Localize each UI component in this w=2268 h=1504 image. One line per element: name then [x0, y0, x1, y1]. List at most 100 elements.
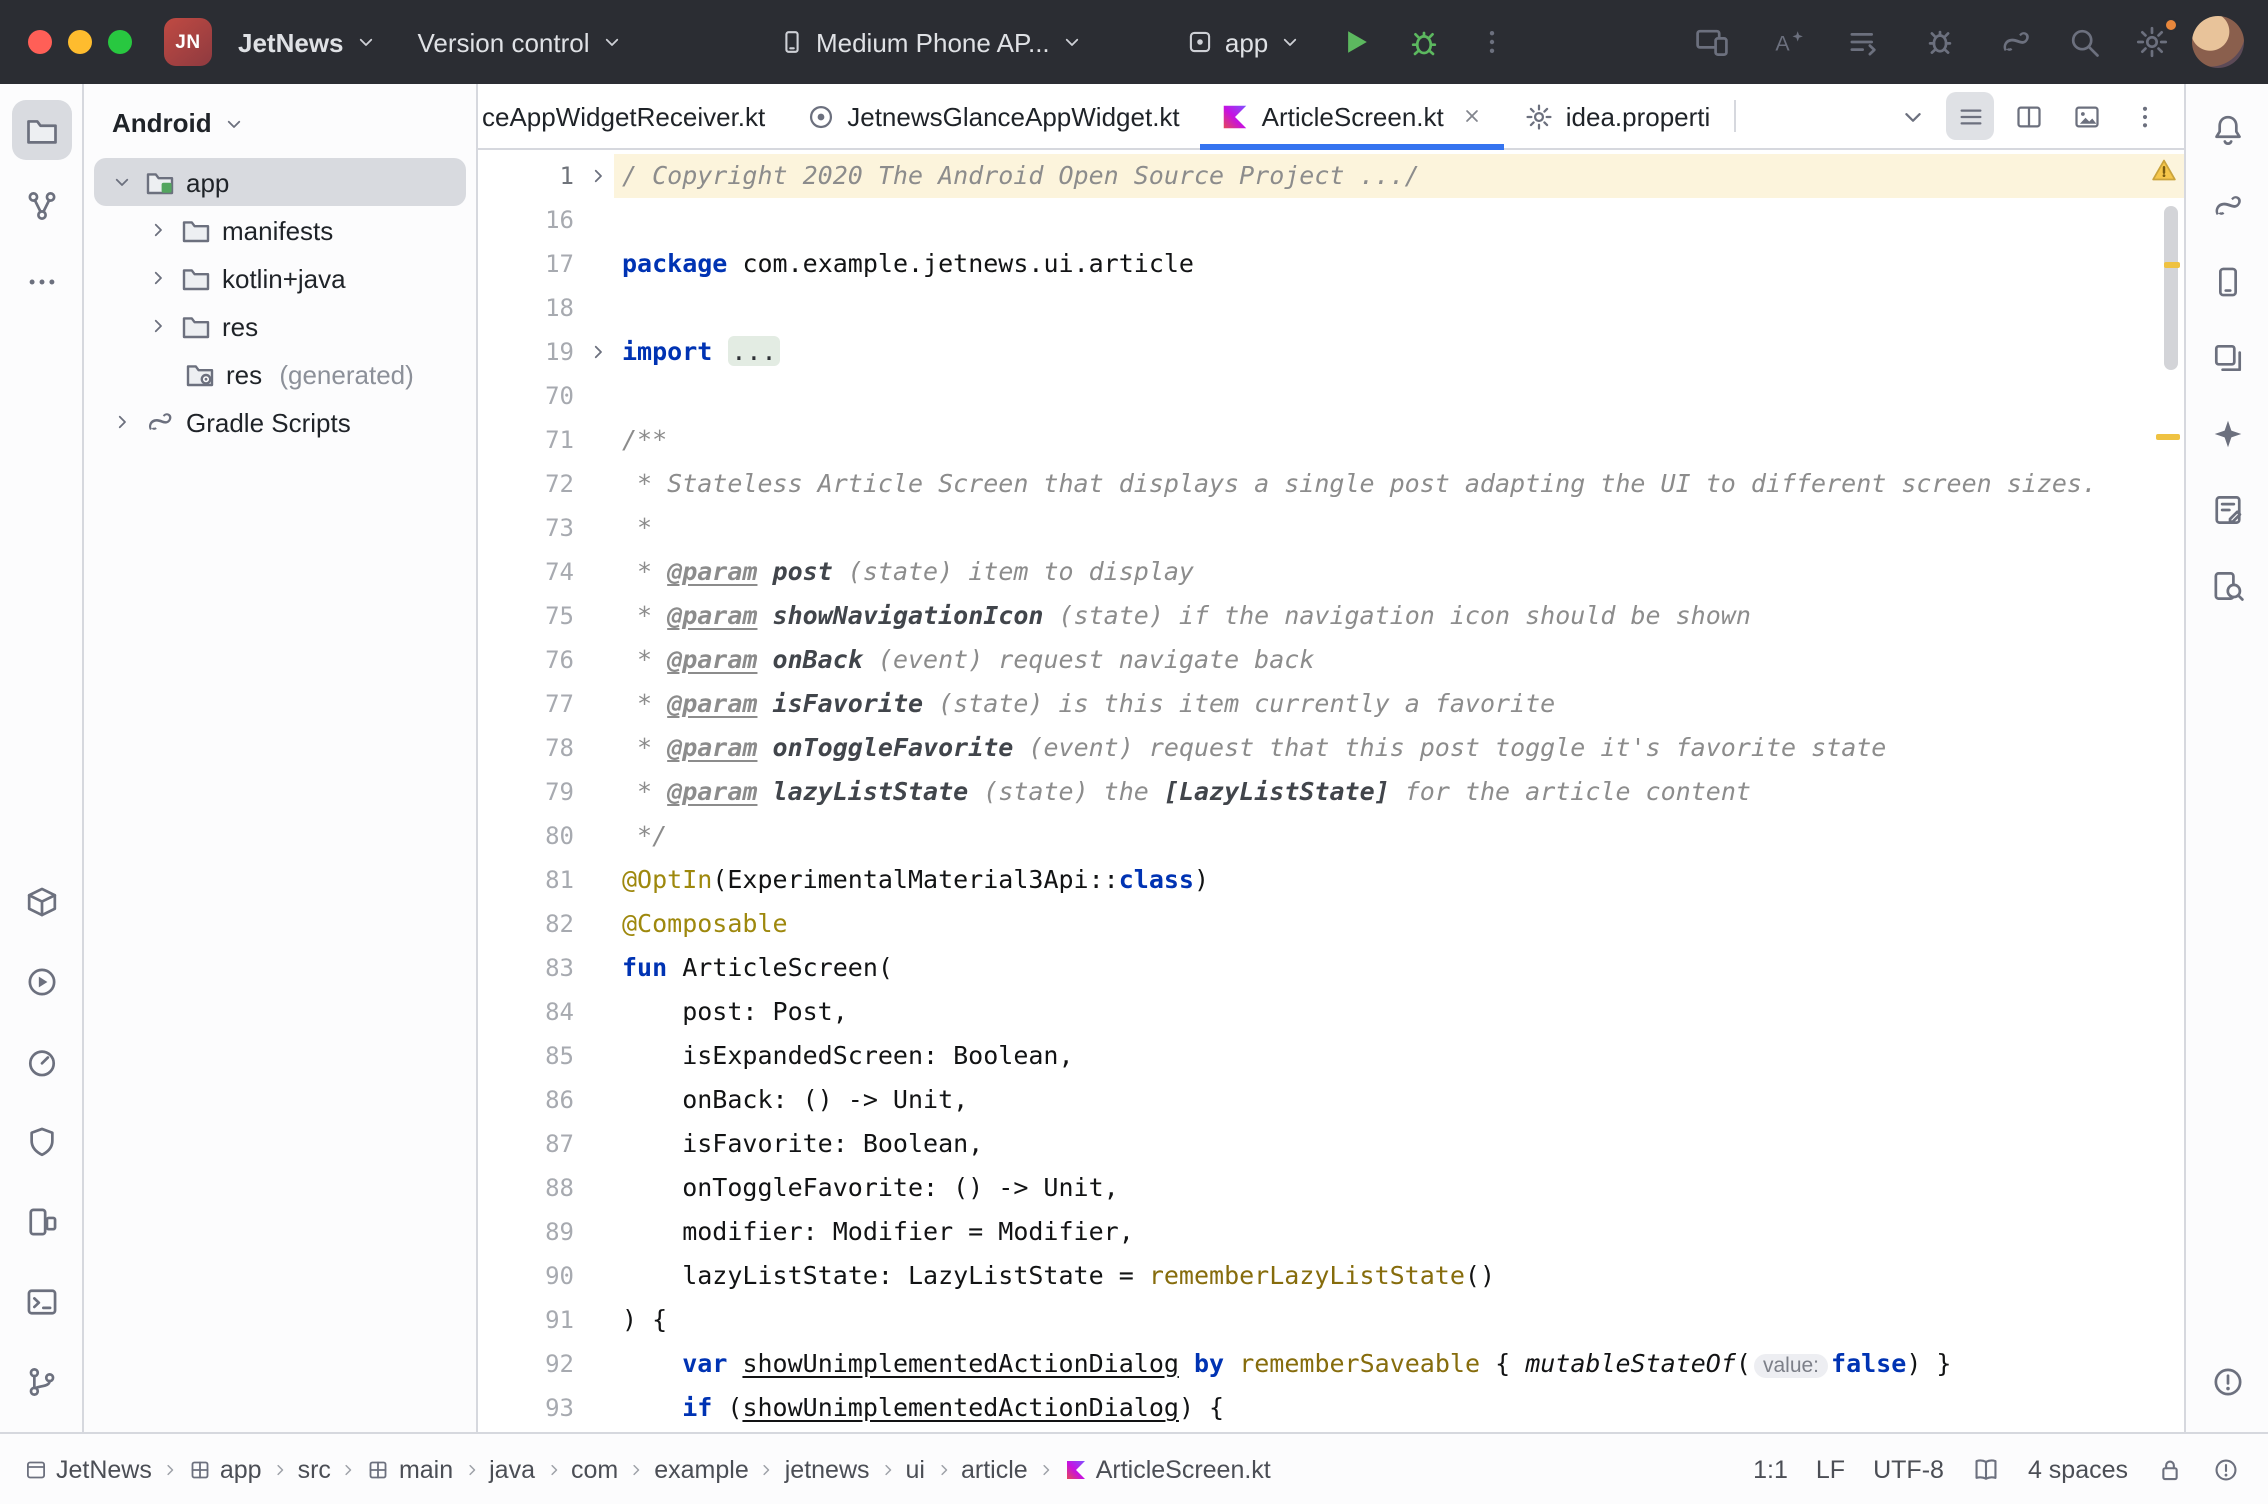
problems-icon[interactable]	[2212, 1455, 2240, 1483]
breadcrumb-jetnews[interactable]: jetnews	[785, 1455, 870, 1483]
build-analyzer-button[interactable]	[1912, 14, 1968, 70]
code-surface[interactable]: 1/ Copyright 2020 The Android Open Sourc…	[478, 150, 2184, 1432]
code-line-16[interactable]: 16	[478, 198, 2184, 242]
code-line-87[interactable]: 87 isFavorite: Boolean,	[478, 1122, 2184, 1166]
code-line-18[interactable]: 18	[478, 286, 2184, 330]
tree-item-res[interactable]: res	[94, 302, 466, 350]
code-line-89[interactable]: 89 modifier: Modifier = Modifier,	[478, 1210, 2184, 1254]
gradle-sync-button[interactable]	[1988, 14, 2044, 70]
breadcrumb-src[interactable]: src	[298, 1455, 331, 1483]
terminal-tool-button[interactable]	[11, 1272, 71, 1332]
vcs-widget[interactable]: Version control	[404, 21, 638, 63]
chevron-down-button[interactable]	[1888, 92, 1936, 140]
breadcrumb-main[interactable]: main	[367, 1455, 453, 1483]
line-number[interactable]: 82	[478, 902, 582, 946]
shield-tool-button[interactable]	[11, 1112, 71, 1172]
line-number[interactable]: 77	[478, 682, 582, 726]
line-number[interactable]: 1	[478, 154, 582, 198]
close-window-button[interactable]	[28, 30, 52, 54]
line-number[interactable]: 84	[478, 990, 582, 1034]
run-button[interactable]	[1328, 14, 1384, 70]
code-line-90[interactable]: 90 lazyListState: LazyListState = rememb…	[478, 1254, 2184, 1298]
device-selector[interactable]: Medium Phone AP...	[764, 21, 1098, 63]
debug-button[interactable]	[1396, 14, 1452, 70]
build-variants-tool-button[interactable]	[2197, 328, 2257, 388]
app-inspection-tool-button[interactable]	[2197, 556, 2257, 616]
search-everywhere-button[interactable]	[2056, 14, 2112, 70]
chevron-right-icon[interactable]	[146, 266, 170, 290]
tree-item-gradle-scripts[interactable]: Gradle Scripts	[94, 398, 466, 446]
split-editor-button[interactable]	[2004, 92, 2052, 140]
line-number[interactable]: 17	[478, 242, 582, 286]
screen-mirroring-button[interactable]	[1684, 14, 1740, 70]
book-icon[interactable]	[1972, 1455, 2000, 1483]
settings-button[interactable]	[2124, 14, 2180, 70]
line-number[interactable]: 70	[478, 374, 582, 418]
code-line-86[interactable]: 86 onBack: () -> Unit,	[478, 1078, 2184, 1122]
line-number[interactable]: 73	[478, 506, 582, 550]
run-circle-tool-button[interactable]	[11, 952, 71, 1012]
code-line-82[interactable]: 82@Composable	[478, 902, 2184, 946]
build-tool-button[interactable]	[11, 872, 71, 932]
code-line-73[interactable]: 73 *	[478, 506, 2184, 550]
breadcrumb-example[interactable]: example	[654, 1455, 749, 1483]
code-line-17[interactable]: 17package com.example.jetnews.ui.article	[478, 242, 2184, 286]
code-line-19[interactable]: 19import ...	[478, 330, 2184, 374]
line-number[interactable]: 85	[478, 1034, 582, 1078]
editor-scrollbar[interactable]	[2164, 206, 2178, 370]
line-list-button[interactable]	[1946, 92, 1994, 140]
editor-tab-idea-properti[interactable]: idea.properti	[1504, 84, 1731, 148]
editor-tab-ceappwidgetreceiver-kt[interactable]: ceAppWidgetReceiver.kt	[478, 84, 785, 148]
bell-tool-button[interactable]	[2197, 100, 2257, 160]
user-avatar[interactable]	[2192, 16, 2244, 68]
code-line-71[interactable]: 71/**	[478, 418, 2184, 462]
warning-stripe-mark[interactable]	[2164, 262, 2180, 268]
line-number[interactable]: 72	[478, 462, 582, 506]
code-line-92[interactable]: 92 var showUnimplementedActionDialog by …	[478, 1342, 2184, 1386]
code-line-76[interactable]: 76 * @param onBack (event) request navig…	[478, 638, 2184, 682]
line-number[interactable]: 74	[478, 550, 582, 594]
zoom-window-button[interactable]	[108, 30, 132, 54]
line-number[interactable]: 89	[478, 1210, 582, 1254]
editor-tab-jetnewsglanceappwidget-kt[interactable]: JetnewsGlanceAppWidget.kt	[785, 84, 1199, 148]
line-number[interactable]: 93	[478, 1386, 582, 1430]
project-view-selector[interactable]: Android	[84, 96, 476, 158]
line-number[interactable]: 16	[478, 198, 582, 242]
line-number[interactable]: 87	[478, 1122, 582, 1166]
breadcrumb-com[interactable]: com	[571, 1455, 618, 1483]
file-encoding[interactable]: UTF-8	[1873, 1455, 1944, 1483]
code-line-75[interactable]: 75 * @param showNavigationIcon (state) i…	[478, 594, 2184, 638]
profiler-tool-button[interactable]	[11, 1032, 71, 1092]
hierarchy-tool-button[interactable]	[11, 176, 71, 236]
lock-icon[interactable]	[2156, 1455, 2184, 1483]
code-line-80[interactable]: 80 */	[478, 814, 2184, 858]
preview-button[interactable]	[2062, 92, 2110, 140]
minimize-window-button[interactable]	[68, 30, 92, 54]
caret-position[interactable]: 1:1	[1753, 1455, 1788, 1483]
code-line-74[interactable]: 74 * @param post (state) item to display	[478, 550, 2184, 594]
breadcrumb-ui[interactable]: ui	[906, 1455, 925, 1483]
chevron-right-icon[interactable]	[146, 218, 170, 242]
tree-item-kotlin-java[interactable]: kotlin+java	[94, 254, 466, 302]
line-number[interactable]: 81	[478, 858, 582, 902]
line-number[interactable]: 18	[478, 286, 582, 330]
chevron-down-icon[interactable]	[110, 170, 134, 194]
code-line-83[interactable]: 83fun ArticleScreen(	[478, 946, 2184, 990]
tree-item-res[interactable]: res (generated)	[94, 350, 466, 398]
code-line-88[interactable]: 88 onToggleFavorite: () -> Unit,	[478, 1166, 2184, 1210]
line-number[interactable]: 79	[478, 770, 582, 814]
line-number[interactable]: 80	[478, 814, 582, 858]
code-line-85[interactable]: 85 isExpandedScreen: Boolean,	[478, 1034, 2184, 1078]
code-line-1[interactable]: 1/ Copyright 2020 The Android Open Sourc…	[478, 154, 2184, 198]
gemini-tool-button[interactable]	[2197, 404, 2257, 464]
chevron-right-icon[interactable]	[586, 340, 610, 364]
line-number[interactable]: 83	[478, 946, 582, 990]
task-list-button[interactable]	[1836, 14, 1892, 70]
line-separator[interactable]: LF	[1816, 1455, 1845, 1483]
line-number[interactable]: 75	[478, 594, 582, 638]
line-number[interactable]: 90	[478, 1254, 582, 1298]
tree-item-manifests[interactable]: manifests	[94, 206, 466, 254]
code-line-91[interactable]: 91) {	[478, 1298, 2184, 1342]
project-folder-tool-button[interactable]	[11, 100, 71, 160]
breadcrumb-articlescreen-kt[interactable]: ArticleScreen.kt	[1064, 1455, 1271, 1483]
